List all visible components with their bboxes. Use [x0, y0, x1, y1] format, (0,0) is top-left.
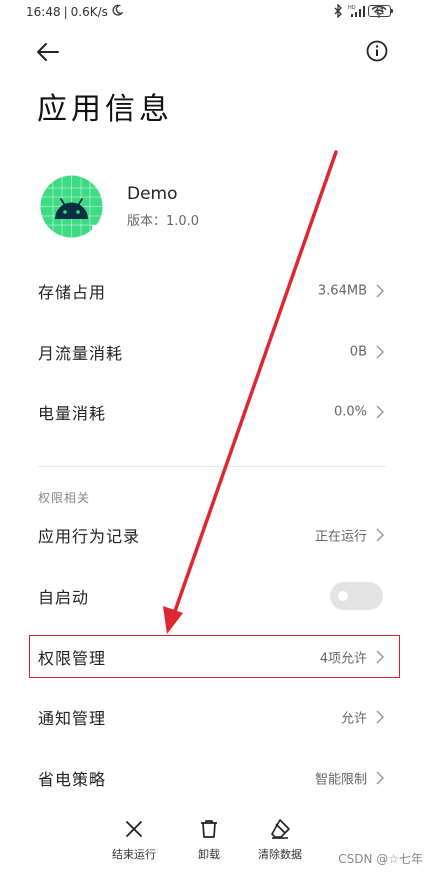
storage-usage-row[interactable]: 存储占用 3.64MB: [0, 263, 437, 319]
chevron-right-icon: [376, 345, 385, 359]
row-label: 自启动: [38, 588, 90, 607]
row-value: 0.0%: [333, 404, 367, 420]
row-label: 月流量消耗: [38, 344, 124, 363]
svg-text:HD: HD: [348, 5, 356, 11]
row-label: 存储占用: [38, 283, 107, 302]
row-value: 允许: [340, 711, 367, 727]
status-time: 16:48: [26, 4, 61, 19]
monthly-traffic-row[interactable]: 月流量消耗 0B: [0, 324, 437, 380]
chevron-right-icon: [376, 405, 385, 419]
app-name: Demo: [127, 184, 178, 204]
row-value: 0B: [349, 344, 367, 360]
section-divider: [38, 466, 386, 467]
row-value: 正在运行: [314, 529, 367, 545]
notification-management-row[interactable]: 通知管理 允许: [0, 689, 437, 745]
watermark-text: CSDN @☆七年: [338, 852, 423, 866]
info-icon: [366, 40, 388, 62]
force-stop-button[interactable]: 结束运行: [112, 818, 156, 862]
status-bar: 16:48 | 0.6K/s HD 41: [0, 0, 437, 24]
force-stop-label: 结束运行: [112, 848, 156, 861]
toggle-knob: [338, 591, 348, 601]
app-icon: [40, 175, 103, 238]
moon-icon: [111, 4, 124, 19]
trash-icon: [201, 820, 217, 838]
signal-icon: HD: [348, 3, 366, 22]
row-label: 省电策略: [38, 770, 107, 789]
battery-usage-row[interactable]: 电量消耗 0.0%: [0, 384, 437, 440]
battery-icon: 41: [368, 5, 393, 17]
back-button[interactable]: [34, 38, 62, 66]
bluetooth-icon: [333, 3, 343, 22]
row-value: 3.64MB: [317, 283, 367, 299]
clear-data-label: 清除数据: [258, 848, 302, 861]
chevron-right-icon: [376, 528, 385, 542]
status-separator: |: [63, 4, 68, 19]
eraser-icon: [271, 819, 290, 839]
row-label: 通知管理: [38, 709, 107, 728]
app-behavior-record-row[interactable]: 应用行为记录 正在运行: [0, 507, 437, 563]
chevron-right-icon: [376, 284, 385, 298]
uninstall-label: 卸载: [198, 848, 220, 861]
chevron-right-icon: [376, 771, 385, 785]
status-network-speed: 0.6K/s: [70, 4, 108, 19]
chevron-right-icon: [376, 710, 385, 724]
row-label: 应用行为记录: [38, 527, 141, 546]
clear-data-button[interactable]: 清除数据: [258, 818, 302, 862]
app-version: 版本：1.0.0: [127, 214, 200, 229]
battery-level: 41: [374, 6, 385, 16]
info-button[interactable]: [366, 40, 388, 62]
annotation-highlight-box: [29, 635, 400, 678]
page-title: 应用信息: [37, 92, 173, 127]
section-heading-permissions: 权限相关: [38, 491, 91, 505]
back-arrow-icon: [37, 43, 59, 61]
status-left: 16:48 | 0.6K/s: [26, 4, 124, 19]
auto-start-toggle[interactable]: [330, 582, 383, 610]
close-icon: [126, 821, 142, 837]
row-label: 电量消耗: [38, 404, 107, 423]
row-value: 智能限制: [314, 772, 367, 788]
power-saving-policy-row[interactable]: 省电策略 智能限制: [0, 750, 437, 806]
uninstall-button[interactable]: 卸载: [198, 818, 220, 862]
